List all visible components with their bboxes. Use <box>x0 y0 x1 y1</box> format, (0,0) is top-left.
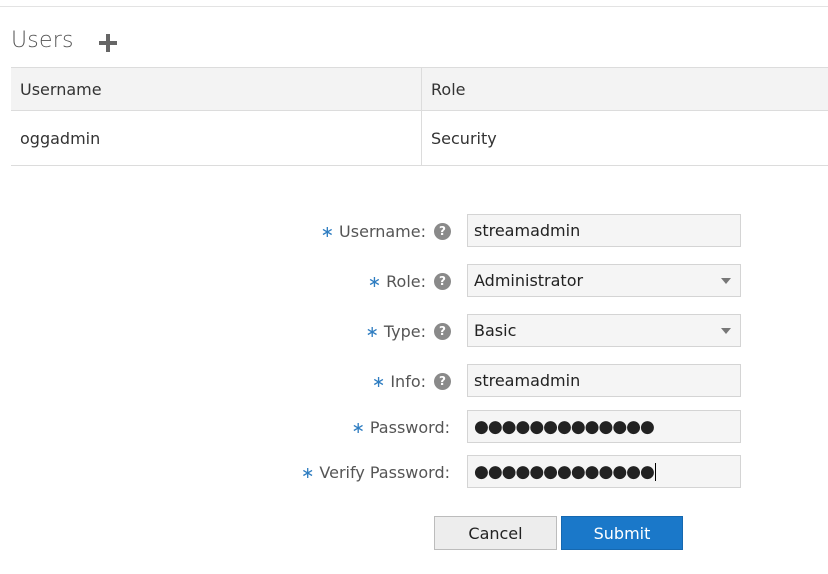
info-row: ∗ Info: ? streamadmin <box>0 364 828 398</box>
password-input-value: ●●●●●●●●●●●●● <box>474 416 655 437</box>
cell-username: oggadmin <box>11 110 422 166</box>
username-label: ∗ Username: ? <box>321 214 451 248</box>
required-marker: ∗ <box>371 371 386 391</box>
required-marker: ∗ <box>365 321 379 341</box>
chevron-down-icon <box>721 328 731 334</box>
required-marker: ∗ <box>300 462 315 482</box>
submit-button[interactable]: Submit <box>561 516 683 550</box>
role-label-text: Role: <box>386 271 426 291</box>
password-label: ∗ Password: <box>351 410 450 444</box>
verify-password-row: ∗ Verify Password: ●●●●●●●●●●●●● <box>0 455 828 489</box>
required-marker: ∗ <box>320 221 335 241</box>
username-row: ∗ Username: ? streamadmin <box>0 214 828 248</box>
column-header-role[interactable]: Role <box>421 67 828 111</box>
chevron-down-icon <box>721 278 731 284</box>
verify-password-label-text: Verify Password: <box>319 462 450 482</box>
type-select-value: Basic <box>474 321 517 340</box>
help-icon[interactable]: ? <box>434 272 451 290</box>
cancel-button[interactable]: Cancel <box>434 516 557 550</box>
username-label-text: Username: <box>339 221 426 241</box>
help-icon[interactable]: ? <box>434 322 451 340</box>
help-icon[interactable]: ? <box>434 222 451 240</box>
required-marker: ∗ <box>351 417 365 437</box>
verify-password-input-value: ●●●●●●●●●●●●● <box>474 461 655 482</box>
role-label: ∗ Role: ? <box>368 264 451 298</box>
type-select[interactable]: Basic <box>467 314 741 347</box>
info-label: ∗ Info: ? <box>372 364 451 398</box>
username-input-value: streamadmin <box>474 221 581 240</box>
section-title: Users <box>11 28 74 53</box>
table-header-row: Username Role <box>11 67 828 111</box>
password-label-text: Password: <box>369 417 450 437</box>
users-section-header: Users <box>11 28 118 53</box>
role-select-value: Administrator <box>474 271 584 290</box>
add-user-button[interactable] <box>98 33 118 53</box>
info-input[interactable]: streamadmin <box>467 364 741 397</box>
type-label: ∗ Type: ? <box>365 314 451 348</box>
password-row: ∗ Password: ●●●●●●●●●●●●● <box>0 410 828 444</box>
username-input[interactable]: streamadmin <box>467 214 741 247</box>
help-icon[interactable]: ? <box>434 372 451 390</box>
type-label-text: Type: <box>383 321 426 341</box>
text-cursor <box>654 462 656 481</box>
info-input-value: streamadmin <box>474 371 581 390</box>
verify-password-input[interactable]: ●●●●●●●●●●●●● <box>467 455 741 488</box>
users-table: Username Role oggadmin Security <box>11 67 828 166</box>
top-divider <box>0 6 828 7</box>
type-row: ∗ Type: ? Basic <box>0 314 828 348</box>
table-row[interactable]: oggadmin Security <box>11 110 828 166</box>
info-label-text: Info: <box>390 371 426 391</box>
cell-role: Security <box>421 110 828 166</box>
role-row: ∗ Role: ? Administrator <box>0 264 828 298</box>
role-select[interactable]: Administrator <box>467 264 741 297</box>
verify-password-label: ∗ Verify Password: <box>301 455 450 489</box>
required-marker: ∗ <box>367 271 382 291</box>
password-input[interactable]: ●●●●●●●●●●●●● <box>467 410 741 443</box>
column-header-username[interactable]: Username <box>11 67 422 111</box>
